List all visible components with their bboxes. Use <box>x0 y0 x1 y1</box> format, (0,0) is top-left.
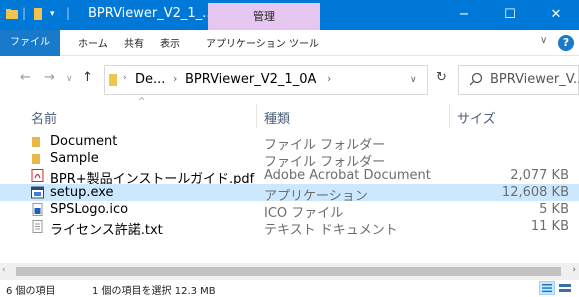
selection-info: 1 個の項目を選択 12.3 MB <box>92 286 216 297</box>
navigation-bar: ← → ∨ ↑ › De... › BPRViewer_V2_1_0A › ∨ … <box>0 56 579 102</box>
search-icon <box>469 72 483 86</box>
address-bar[interactable]: › De... › BPRViewer_V2_1_0A › ∨ <box>104 65 428 95</box>
file-size: 5 KB <box>539 202 569 217</box>
breadcrumb-separator[interactable]: › <box>173 72 177 85</box>
separator: | <box>22 6 27 20</box>
scrollbar-thumb[interactable] <box>16 267 561 276</box>
folder-icon <box>32 137 40 147</box>
file-size: 11 KB <box>530 219 569 234</box>
scroll-right-icon[interactable]: › <box>572 265 576 275</box>
breadcrumb-parent[interactable]: De... <box>135 72 165 87</box>
file-name: ライセンス許諾.txt <box>50 223 163 238</box>
exe-icon <box>31 186 44 199</box>
up-icon[interactable]: ↑ <box>82 70 93 85</box>
tab-application-tools[interactable]: アプリケーション ツール <box>206 35 319 50</box>
scroll-left-icon[interactable]: ‹ <box>2 265 6 275</box>
title-bar: | ▾ | BPRViewer_V2_1_... 管理 − ☐ ✕ <box>0 0 579 30</box>
separator: | <box>66 6 71 20</box>
context-tab-manage[interactable]: 管理 <box>208 3 320 30</box>
sort-indicator-icon: ^ <box>138 97 146 107</box>
column-divider[interactable] <box>256 104 257 128</box>
text-file-icon <box>32 220 43 233</box>
file-size: 2,077 KB <box>510 168 569 183</box>
pdf-icon <box>31 169 44 182</box>
horizontal-scrollbar[interactable]: ‹ › <box>0 263 579 280</box>
address-dropdown-icon[interactable]: ∨ <box>410 75 417 85</box>
file-type: Adobe Acrobat Document <box>264 168 431 183</box>
close-button[interactable]: ✕ <box>533 0 579 30</box>
file-name: SPSLogo.ico <box>50 202 129 217</box>
expand-ribbon-icon[interactable]: ∨ <box>540 35 547 46</box>
forward-icon[interactable]: → <box>44 70 55 85</box>
file-row[interactable]: ライセンス許諾.txt テキスト ドキュメント 11 KB <box>0 218 579 238</box>
item-count: 6 個の項目 <box>6 286 56 297</box>
file-name: Sample <box>50 151 99 166</box>
file-row[interactable]: Sample ファイル フォルダー <box>0 150 579 170</box>
file-type: テキスト ドキュメント <box>264 223 398 238</box>
minimize-button[interactable]: − <box>441 0 487 30</box>
folder-icon <box>109 74 117 86</box>
file-row[interactable]: Document ファイル フォルダー <box>0 133 579 153</box>
breadcrumb-current[interactable]: BPRViewer_V2_1_0A <box>185 72 316 87</box>
ribbon-tabs: ファイル ホーム 共有 表示 アプリケーション ツール ∨ ? <box>0 30 579 56</box>
file-row[interactable]: SPSLogo.ico ICO ファイル 5 KB <box>0 201 579 221</box>
tab-file[interactable]: ファイル <box>0 30 60 56</box>
back-icon[interactable]: ← <box>20 70 31 85</box>
file-row-selected[interactable]: setup.exe アプリケーション 12,608 KB <box>0 184 579 204</box>
search-input[interactable]: BPRViewer_V... <box>458 65 579 95</box>
help-icon[interactable]: ? <box>558 35 574 51</box>
breadcrumb-separator[interactable]: › <box>327 72 331 85</box>
file-name: Document <box>50 134 118 149</box>
details-view-icon[interactable] <box>539 281 555 295</box>
tab-home[interactable]: ホーム <box>78 35 108 50</box>
file-row[interactable]: BPR+製品インストールガイド.pdf Adobe Acrobat Docume… <box>0 167 579 187</box>
column-header-size[interactable]: サイズ <box>457 108 496 127</box>
folder-icon <box>32 154 40 164</box>
breadcrumb-separator: › <box>123 73 127 83</box>
quick-access-dropdown-icon[interactable]: ▾ <box>50 9 55 19</box>
tab-share[interactable]: 共有 <box>124 35 144 50</box>
search-placeholder: BPRViewer_V... <box>490 72 579 87</box>
status-bar: 6 個の項目 1 個の項目を選択 12.3 MB <box>0 280 579 297</box>
maximize-button[interactable]: ☐ <box>487 0 533 30</box>
file-size: 12,608 KB <box>501 185 569 200</box>
quick-access-folder-icon[interactable] <box>32 8 44 20</box>
column-header-name[interactable]: 名前 <box>31 108 57 127</box>
column-divider[interactable] <box>449 104 450 128</box>
window-title: BPRViewer_V2_1_... <box>88 6 215 21</box>
column-header-type[interactable]: 種類 <box>264 108 290 127</box>
file-name: setup.exe <box>50 185 114 200</box>
recent-locations-icon[interactable]: ∨ <box>66 74 73 84</box>
refresh-icon[interactable]: ↻ <box>436 70 447 85</box>
folder-icon <box>6 9 18 19</box>
large-icons-view-icon[interactable] <box>558 282 572 294</box>
tab-view[interactable]: 表示 <box>160 35 180 50</box>
ico-file-icon <box>32 203 43 216</box>
